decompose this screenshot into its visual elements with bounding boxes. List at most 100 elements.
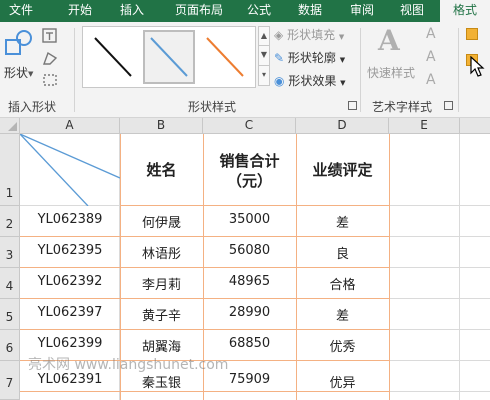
text-outline-icon[interactable]: A (426, 49, 436, 65)
tab-review[interactable]: 审阅 (340, 0, 384, 22)
gridline (459, 134, 460, 400)
ribbon-tab-bar: 文件 开始 插入 页面布局 公式 数据 审阅 视图 格式 (0, 0, 490, 22)
gallery-more-button[interactable]: ▾ (258, 66, 270, 86)
cell-id[interactable]: YL062389 (20, 212, 120, 227)
row-header-7[interactable]: 7 (0, 361, 20, 400)
cell-id[interactable]: YL062391 (20, 372, 120, 387)
diagonal-lines-a1[interactable] (20, 134, 120, 206)
cell-rating[interactable]: 差 (296, 212, 389, 231)
cell-sales[interactable]: 35000 (203, 212, 296, 227)
cell-sales[interactable]: 56080 (203, 243, 296, 258)
row-header-3[interactable]: 3 (0, 237, 20, 268)
header-name[interactable]: 姓名 (120, 159, 203, 180)
column-header-e[interactable]: E (389, 118, 460, 134)
line-style-orange[interactable] (199, 30, 251, 84)
tab-formulas[interactable]: 公式 (238, 0, 280, 22)
edit-shape-icon[interactable] (42, 50, 58, 66)
insert-shapes-group-label: 插入形状 (8, 100, 57, 114)
cell-name[interactable]: 李月莉 (120, 274, 203, 293)
tab-home[interactable]: 开始 (56, 0, 104, 22)
shape-effects-label: 形状效果 (288, 74, 337, 88)
cell-rating[interactable]: 合格 (296, 274, 389, 293)
cell-sales[interactable]: 48965 (203, 274, 296, 289)
header-sales-line2[interactable]: （元） (203, 170, 296, 191)
table-border (20, 298, 389, 299)
column-header-f[interactable] (460, 118, 490, 134)
shape-effects-button[interactable]: ◉ 形状效果 ▼ (274, 72, 346, 90)
tab-format[interactable]: 格式 (440, 0, 490, 22)
cell-rating[interactable]: 优异 (296, 372, 389, 391)
select-all-corner[interactable] (0, 118, 20, 134)
quick-styles-button[interactable]: A 快速样式 (364, 24, 420, 84)
shapes-icon (5, 30, 32, 55)
quick-styles-label: 快速样式 (367, 66, 416, 80)
table-border (120, 205, 389, 206)
cell-rating[interactable]: 优秀 (296, 336, 389, 355)
row-header-6[interactable]: 6 (0, 330, 20, 361)
row-header-5[interactable]: 5 (0, 299, 20, 330)
tab-insert[interactable]: 插入 (108, 0, 156, 22)
column-header-b[interactable]: B (120, 118, 203, 134)
cell-sales[interactable]: 28990 (203, 305, 296, 320)
ribbon: 形状 ▼ 插入形状 ▲ ▼ ▾ ◈ 形状填充 ▼ ✎ 形状轮廓 ▼ ◉ 形状效果… (0, 22, 490, 118)
cell-sales[interactable]: 68850 (203, 336, 296, 351)
cell-rating[interactable]: 差 (296, 305, 389, 324)
row-header-1[interactable]: 1 (0, 134, 20, 206)
header-rating[interactable]: 业绩评定 (296, 159, 389, 180)
row-header-2[interactable]: 2 (0, 206, 20, 237)
group-divider (74, 28, 75, 112)
cell-name[interactable]: 何伊晟 (120, 212, 203, 231)
shape-fill-label: 形状填充 (287, 28, 336, 42)
text-fill-icon[interactable]: A (426, 26, 436, 42)
column-header-d[interactable]: D (296, 118, 389, 134)
watermark: 亮术网 www.liangshunet.com (28, 357, 229, 373)
shape-outline-label: 形状轮廓 (287, 51, 336, 65)
cell-id[interactable]: YL062397 (20, 305, 120, 320)
row-header-4[interactable]: 4 (0, 268, 20, 299)
tab-page-layout[interactable]: 页面布局 (162, 0, 236, 22)
table-border (20, 329, 389, 330)
shape-styles-gallery (82, 26, 256, 88)
gallery-scroll: ▲ ▼ ▾ (258, 26, 270, 88)
effects-icon: ◉ (274, 74, 285, 88)
line-style-black[interactable] (87, 30, 139, 84)
paint-bucket-icon: ◈ (274, 28, 284, 42)
cell-name[interactable]: 秦玉银 (120, 372, 203, 391)
line-style-blue-selected[interactable] (143, 30, 195, 84)
cell-name[interactable]: 林语彤 (120, 243, 203, 262)
shape-fill-button[interactable]: ◈ 形状填充 ▼ (274, 26, 344, 44)
chevron-down-icon: ▼ (339, 56, 346, 64)
gallery-down-button[interactable]: ▼ (258, 46, 270, 66)
cell-id[interactable]: YL062392 (20, 274, 120, 289)
wordart-group-label: 艺术字样式 (372, 100, 433, 114)
shapes-button[interactable]: 形状 ▼ (2, 26, 36, 84)
pencil-icon: ✎ (274, 51, 285, 65)
wordart-a-icon: A (378, 24, 400, 57)
tab-file[interactable]: 文件 (0, 0, 42, 22)
text-box-icon[interactable] (42, 28, 58, 44)
chevron-down-icon: ▼ (338, 33, 345, 41)
table-border (20, 391, 389, 392)
bring-forward-icon[interactable] (466, 28, 478, 40)
chevron-down-icon: ▼ (340, 79, 346, 87)
group-divider (458, 28, 459, 112)
column-header-a[interactable]: A (20, 118, 120, 134)
cell-id[interactable]: YL062395 (20, 243, 120, 258)
shape-styles-launcher-icon[interactable] (348, 101, 357, 110)
text-effects-icon[interactable]: A (426, 72, 436, 88)
wordart-launcher-icon[interactable] (444, 101, 453, 110)
cell-name[interactable]: 黄子辛 (120, 305, 203, 324)
mouse-cursor-icon (470, 56, 485, 77)
column-header-c[interactable]: C (203, 118, 296, 134)
draw-textbox-icon[interactable] (42, 72, 58, 88)
cell-id[interactable]: YL062399 (20, 336, 120, 351)
header-sales-line1[interactable]: 销售合计 (203, 150, 296, 171)
cell-rating[interactable]: 良 (296, 243, 389, 262)
tab-data[interactable]: 数据 (288, 0, 332, 22)
shape-outline-button[interactable]: ✎ 形状轮廓 ▼ (274, 49, 345, 67)
cell-sales[interactable]: 75909 (203, 372, 296, 387)
gallery-up-button[interactable]: ▲ (258, 26, 270, 46)
tab-view[interactable]: 视图 (390, 0, 434, 22)
cell-name[interactable]: 胡翼海 (120, 336, 203, 355)
shapes-label: 形状 (4, 66, 29, 80)
